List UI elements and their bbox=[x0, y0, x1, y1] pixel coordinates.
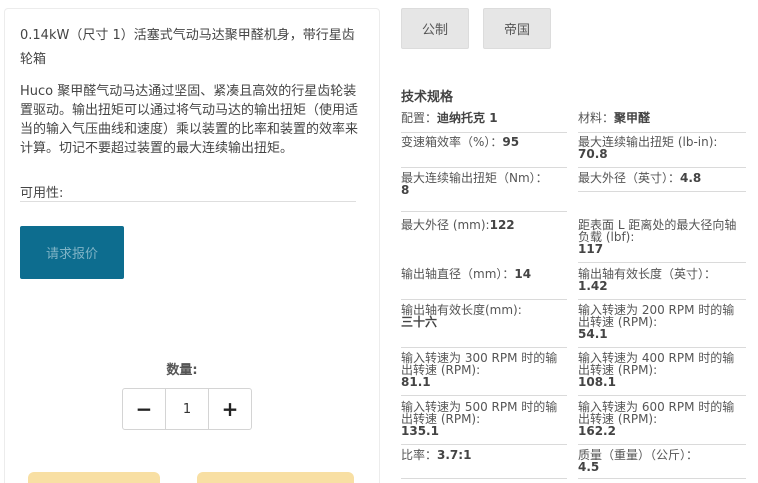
metric-button[interactable]: 公制 bbox=[401, 8, 469, 49]
spec-value: 14 bbox=[514, 267, 532, 281]
spec-label: 输入转速为 500 RPM 时的输出转速 (RPM): bbox=[401, 400, 558, 426]
spec-value: 8 bbox=[401, 183, 410, 197]
spec-label: 输入转速为 200 RPM 时的输出转速 (RPM): bbox=[578, 303, 735, 329]
spec-value: 122 bbox=[489, 218, 515, 232]
spec-label: 最大外径（英寸）： bbox=[578, 171, 681, 185]
spec-value: 162.2 bbox=[578, 424, 616, 438]
spec-value: 聚甲醛 bbox=[614, 111, 651, 125]
spec-value: 三十六 bbox=[401, 315, 438, 329]
product-title: 0.14kW（尺寸 1）活塞式气动马达聚甲醛机身，带行星齿轮箱 bbox=[20, 28, 355, 67]
spec-value: 4.5 bbox=[578, 460, 600, 474]
spec-item: 配置：迪纳托克 1 bbox=[401, 106, 567, 133]
spec-label: 输入转速为 300 RPM 时的输出转速 (RPM): bbox=[401, 351, 558, 377]
spec-value: 1.42 bbox=[578, 279, 608, 293]
spec-item: 输出轴有效长度（英寸）： 1.42 bbox=[578, 262, 746, 300]
spec-value: 4.8 bbox=[680, 171, 702, 185]
action-button-left-partial[interactable] bbox=[28, 472, 160, 483]
spec-item: 输入转速为 600 RPM 时的输出转速 (RPM): 162.2 bbox=[578, 395, 746, 445]
spec-item: 距表面 L 距离处的最大径向轴负载 (lbf): 117 bbox=[578, 213, 746, 263]
spec-label: 材料： bbox=[578, 111, 615, 125]
spec-label: 输入转速为 400 RPM 时的输出转速 (RPM): bbox=[578, 351, 735, 377]
spec-item: 输入转速为 300 RPM 时的输出转速 (RPM): 81.1 bbox=[401, 346, 567, 396]
spec-label: 距表面 L 距离处的最大径向轴负载 (lbf): bbox=[578, 218, 737, 244]
spec-value: 95 bbox=[502, 135, 520, 149]
spec-label: 输入转速为 600 RPM 时的输出转速 (RPM): bbox=[578, 400, 735, 426]
spec-value: 3.7:1 bbox=[437, 448, 472, 462]
spec-item: 最大外径（英寸）：4.8 bbox=[578, 166, 746, 192]
spec-item: 比率：3.7:1 bbox=[401, 443, 567, 479]
spec-item: 输出轴有效长度(mm): 三十六 bbox=[401, 298, 567, 348]
spec-label: 最大外径 (mm): bbox=[401, 218, 490, 232]
spec-value: 81.1 bbox=[401, 375, 431, 389]
spec-item: 输入转速为 400 RPM 时的输出转速 (RPM): 108.1 bbox=[578, 346, 746, 396]
spec-value: 70.8 bbox=[578, 147, 608, 161]
spec-item: 最大外径 (mm):122 bbox=[401, 213, 567, 263]
spec-item: 变速箱效率（%）：95 bbox=[401, 130, 567, 168]
action-button-right-partial[interactable] bbox=[197, 472, 354, 483]
spec-item: 材料：聚甲醛 bbox=[578, 106, 746, 133]
spec-item: 输入转速为 500 RPM 时的输出转速 (RPM): 135.1 bbox=[401, 395, 567, 445]
quantity-input[interactable]: 1 bbox=[165, 389, 209, 429]
imperial-button[interactable]: 帝国 bbox=[483, 8, 551, 49]
spec-label: 比率： bbox=[401, 448, 438, 462]
spec-item: 最大连续输出扭矩 (lb-in): 70.8 bbox=[578, 130, 746, 168]
spec-label: 配置： bbox=[401, 111, 438, 125]
decrement-button[interactable]: − bbox=[123, 389, 165, 429]
specs-heading: 技术规格 bbox=[401, 90, 454, 105]
availability-label: 可用性: bbox=[20, 182, 356, 202]
spec-item: 最大连续输出扭矩（Nm）： 8 bbox=[401, 166, 567, 212]
quantity-stepper: − 1 + bbox=[122, 388, 252, 430]
increment-button[interactable]: + bbox=[209, 389, 251, 429]
spec-item: 输入转速为 200 RPM 时的输出转速 (RPM): 54.1 bbox=[578, 298, 746, 348]
spec-label: 最大连续输出扭矩（Nm）： bbox=[401, 171, 548, 185]
spec-value: 迪纳托克 1 bbox=[437, 111, 498, 125]
spec-label: 输出轴直径（mm）： bbox=[401, 267, 515, 281]
spec-value: 117 bbox=[578, 242, 604, 256]
spec-label: 变速箱效率（%）： bbox=[401, 135, 503, 149]
spec-value: 108.1 bbox=[578, 375, 616, 389]
spec-value: 54.1 bbox=[578, 327, 608, 341]
spec-value: 135.1 bbox=[401, 424, 439, 438]
spec-item: 输出轴直径（mm）：14 bbox=[401, 262, 567, 300]
spec-item: 质量（重量）（公斤）： 4.5 bbox=[578, 443, 746, 479]
quantity-label: 数量: bbox=[166, 363, 198, 378]
request-quote-button[interactable]: 请求报价 bbox=[20, 226, 124, 279]
product-description: Huco 聚甲醛气动马达通过坚固、紧凑且高效的行星齿轮装置驱动。输出扭矩可以通过… bbox=[20, 84, 359, 156]
